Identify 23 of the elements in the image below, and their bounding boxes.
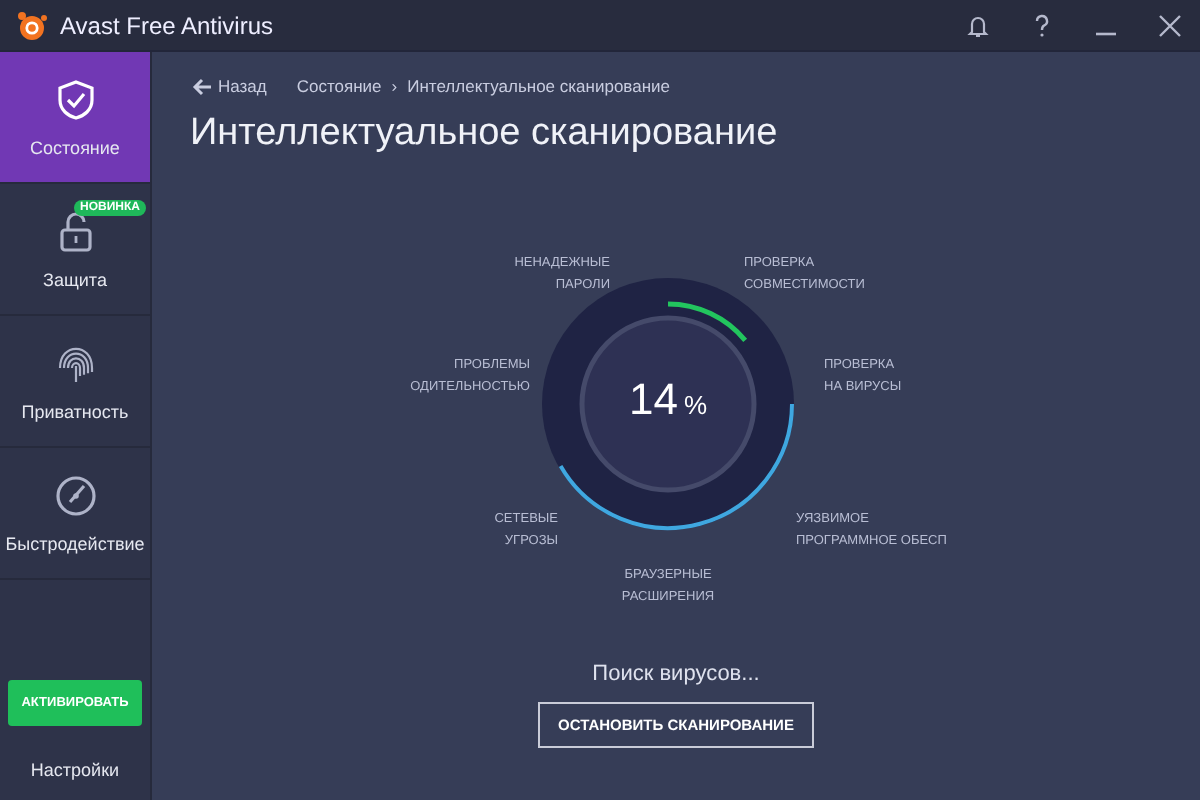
scan-status-text: Поиск вирусов... [590, 662, 762, 686]
sidebar-item[interactable]: Быстродействие [0, 448, 150, 580]
sidebar-item-label: Быстродействие [5, 533, 145, 553]
close-icon[interactable] [1156, 11, 1184, 39]
page-heading: Интеллектуальное сканирование [188, 110, 780, 156]
breadcrumb-separator: › [391, 76, 398, 96]
sidebar-item[interactable]: Состояние [0, 52, 150, 184]
sidebar-item[interactable]: Приватность [0, 316, 150, 448]
percent-sign: % [683, 390, 708, 420]
back-arrow-icon[interactable] [192, 77, 212, 95]
bell-icon[interactable] [964, 11, 992, 39]
sidebar-item-label: Приватность [21, 401, 129, 421]
back-link[interactable]: Назад [192, 76, 267, 96]
progress-percent: 14 [628, 374, 678, 424]
breadcrumb-item[interactable]: Состояние [296, 76, 382, 96]
breadcrumb-item: Интеллектуальное сканирование [407, 76, 670, 96]
sidebar-item-label: Защита [43, 269, 107, 289]
shield-check-icon [53, 77, 97, 121]
window-title: Avast Free Antivirus [60, 11, 275, 39]
settings-link[interactable]: Настройки [0, 760, 150, 780]
sidebar-item-label: Состояние [30, 137, 120, 157]
gauge-icon [53, 473, 97, 517]
app-logo [16, 9, 48, 41]
